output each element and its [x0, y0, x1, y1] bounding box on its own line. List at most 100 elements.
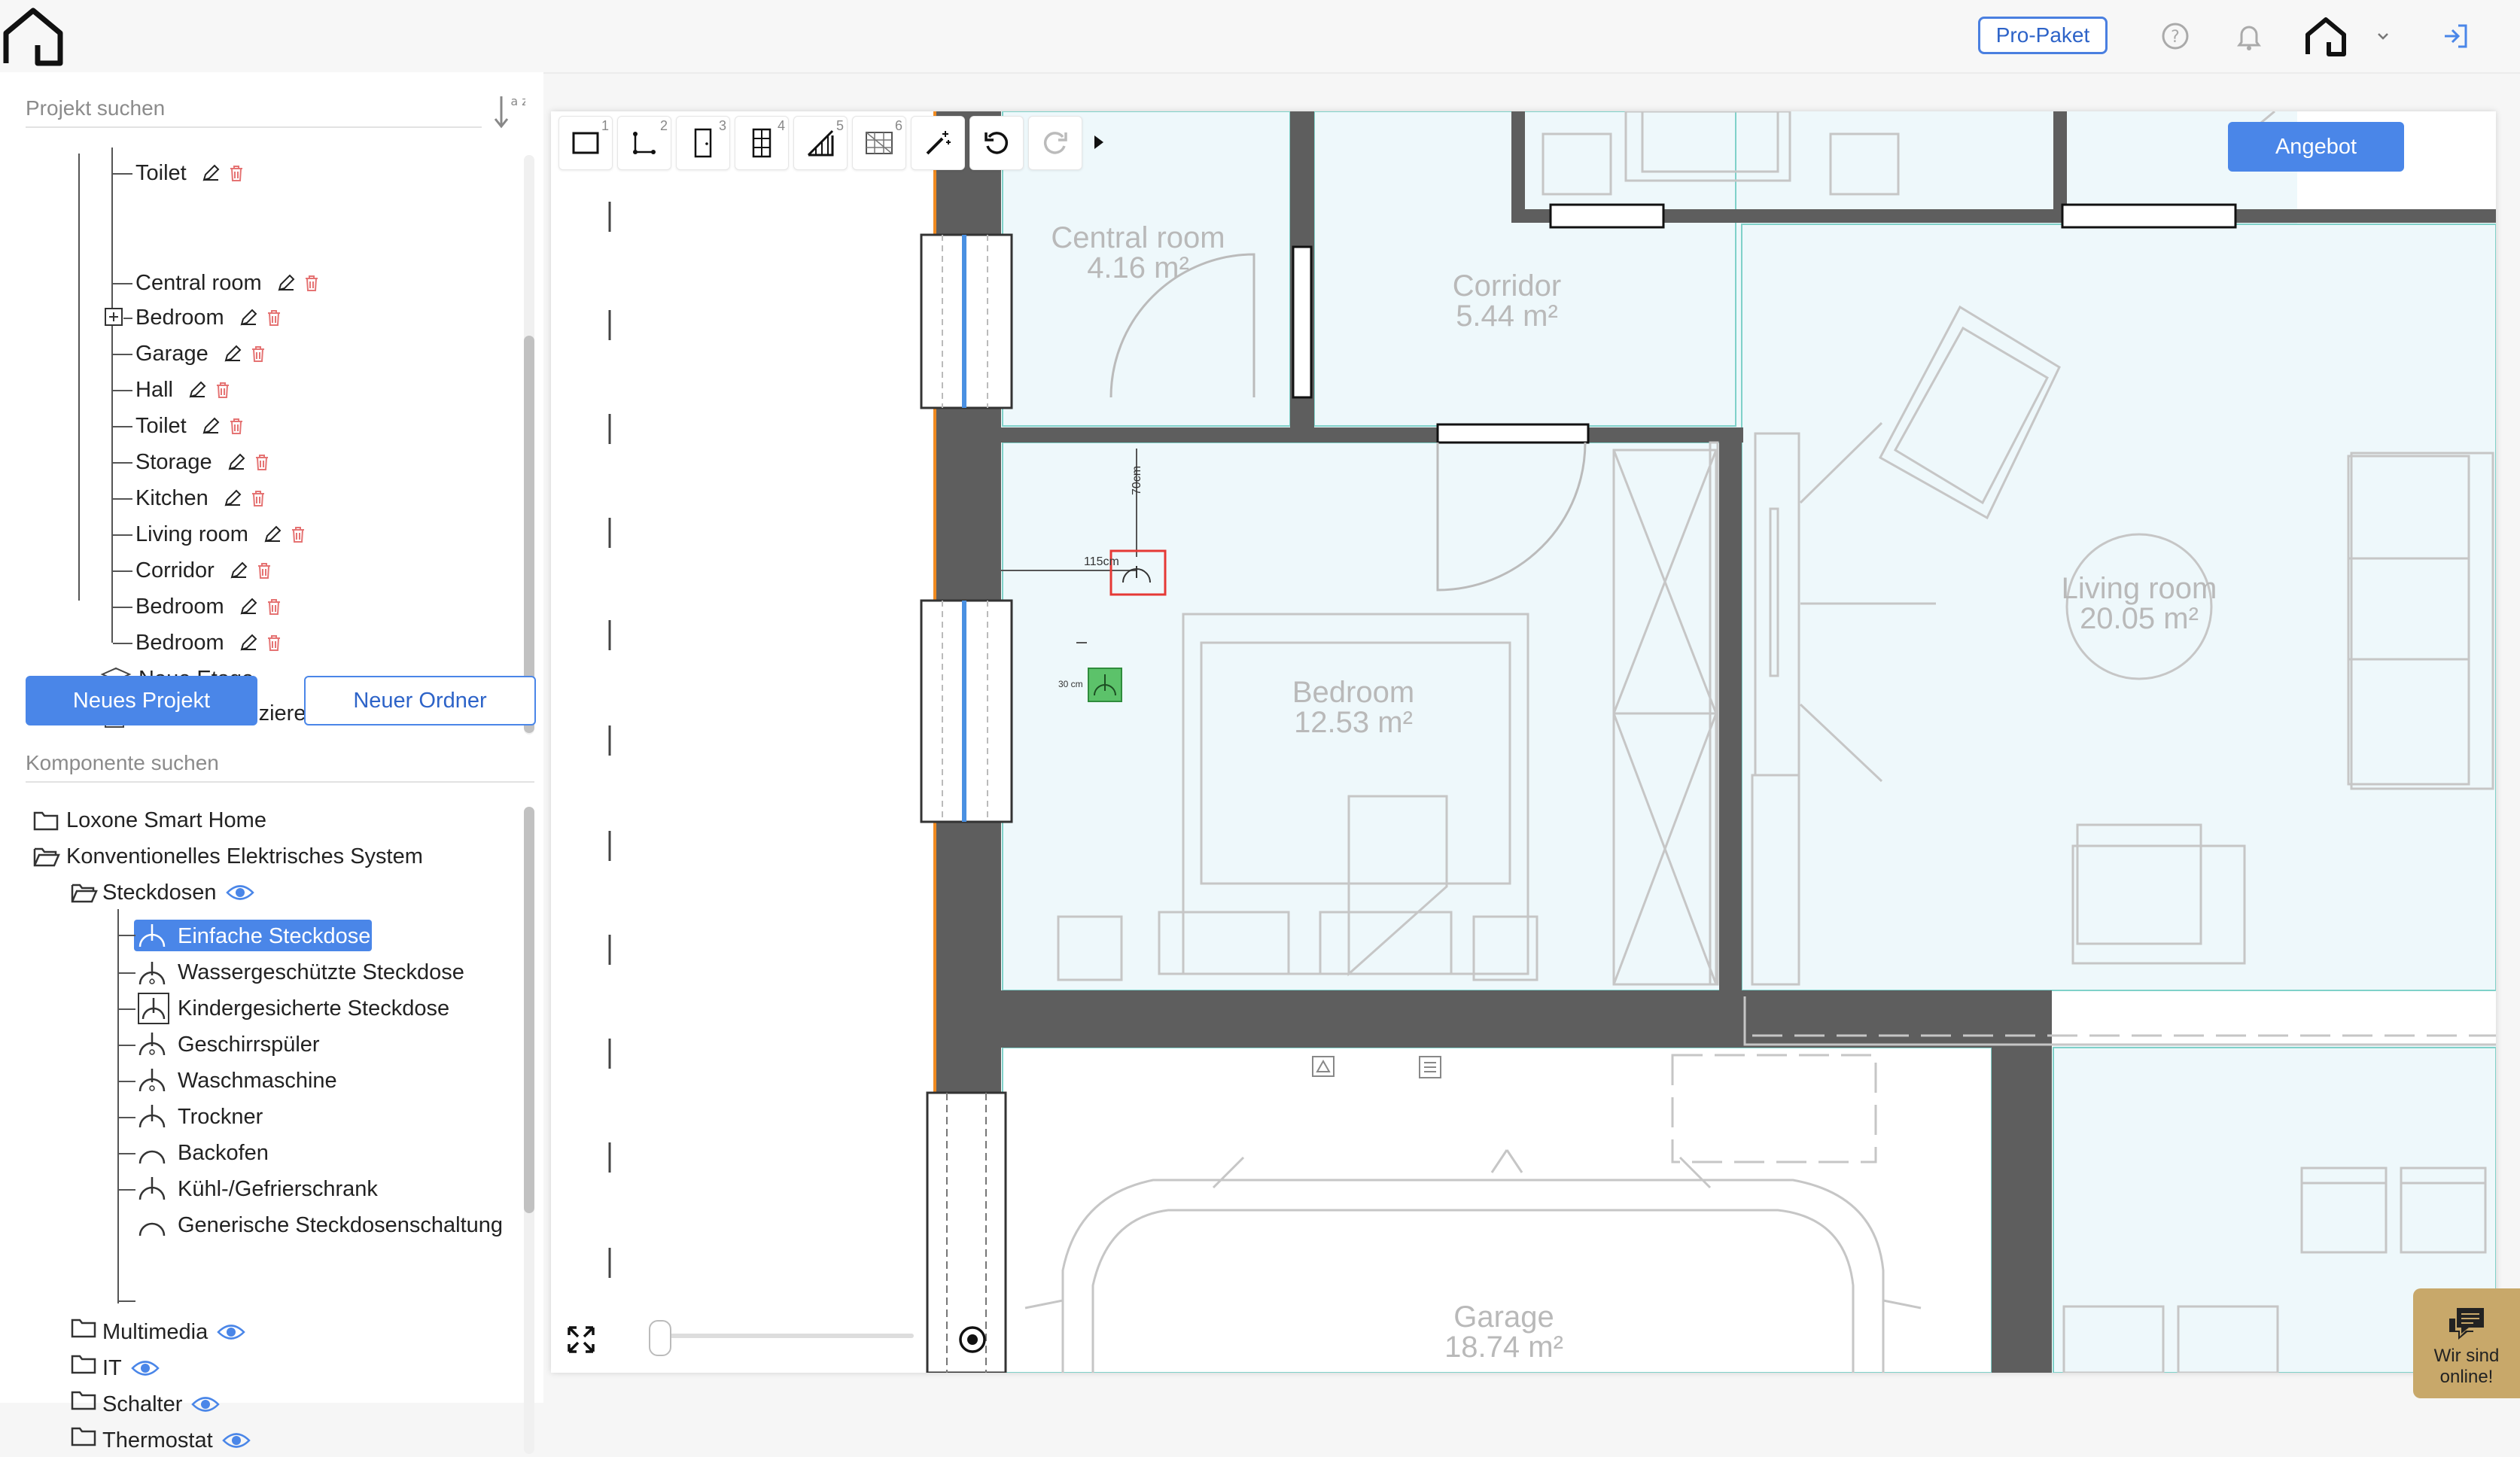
help-icon[interactable]: ?	[2159, 20, 2192, 53]
project-scrollbar-thumb[interactable]	[524, 336, 534, 733]
floorplan-canvas[interactable]: 115cm 70cm 30 cm Central room 4.16 m² Co…	[551, 111, 2496, 1373]
edit-pencil-icon[interactable]	[226, 452, 247, 473]
center-target-icon[interactable]	[957, 1325, 988, 1355]
room-label: Toilet	[135, 413, 187, 438]
folder-multimedia[interactable]: Multimedia	[102, 1316, 245, 1349]
chat-widget[interactable]: Wir sind online!	[2413, 1288, 2520, 1398]
redo-button[interactable]	[1028, 116, 1082, 170]
folder-switches[interactable]: Schalter	[102, 1388, 221, 1421]
socket-item-simple[interactable]: Einfache Steckdose	[178, 920, 370, 953]
edit-pencil-icon[interactable]	[275, 272, 297, 294]
home-logo-icon[interactable]	[0, 3, 66, 69]
tool-stairs[interactable]: 5	[793, 116, 848, 170]
room-item-living-room[interactable]: Living room	[135, 518, 309, 551]
tool-window[interactable]: 4	[735, 116, 789, 170]
delete-trash-icon[interactable]	[226, 163, 247, 184]
edit-pencil-icon[interactable]	[200, 163, 221, 184]
socket-item-oven[interactable]: Backofen	[178, 1136, 269, 1170]
svg-text:?: ?	[2171, 28, 2180, 47]
edit-pencil-icon[interactable]	[228, 560, 249, 581]
delete-trash-icon[interactable]	[251, 452, 272, 473]
edit-pencil-icon[interactable]	[262, 524, 283, 545]
edit-pencil-icon[interactable]	[222, 343, 243, 364]
chevron-down-icon[interactable]	[2375, 29, 2391, 44]
delete-trash-icon[interactable]	[263, 596, 285, 617]
delete-trash-icon[interactable]	[301, 272, 322, 294]
zoom-slider-track[interactable]	[652, 1334, 914, 1338]
zoom-slider-handle[interactable]	[649, 1320, 671, 1356]
folder-it[interactable]: IT	[102, 1352, 160, 1385]
delete-trash-icon[interactable]	[288, 524, 309, 545]
room-item-toilet[interactable]: Toilet	[135, 409, 247, 443]
tree-line	[117, 909, 119, 1303]
delete-trash-icon[interactable]	[263, 632, 285, 653]
folder-conventional[interactable]: Konventionelles Elektrisches System	[66, 840, 423, 873]
tree-line	[113, 354, 132, 355]
fullscreen-icon[interactable]	[566, 1325, 596, 1355]
delete-trash-icon[interactable]	[248, 488, 269, 509]
sort-az-icon[interactable]: a z	[492, 92, 525, 134]
room-item-garage[interactable]: Garage	[135, 337, 269, 370]
delete-trash-icon[interactable]	[254, 560, 275, 581]
room-item-hall[interactable]: Hall	[135, 373, 233, 406]
socket-item-waterproof[interactable]: Wassergeschützte Steckdose	[178, 956, 464, 989]
room-item-storage[interactable]: Storage	[135, 446, 272, 479]
edit-pencil-icon[interactable]	[238, 632, 259, 653]
delete-trash-icon[interactable]	[226, 415, 247, 436]
room-item-bedroom[interactable]: Bedroom	[135, 590, 285, 623]
eye-icon[interactable]	[221, 1431, 251, 1450]
folder-loxone[interactable]: Loxone Smart Home	[66, 804, 266, 837]
tool-draw-wall[interactable]: 2	[617, 116, 671, 170]
room-item-bedroom[interactable]: Bedroom	[135, 626, 285, 659]
edit-pencil-icon[interactable]	[238, 596, 259, 617]
pro-package-button[interactable]: Pro-Paket	[1978, 17, 2108, 54]
room-item-corridor[interactable]: Corridor	[135, 554, 275, 587]
delete-trash-icon[interactable]	[212, 379, 233, 400]
edit-pencil-icon[interactable]	[222, 488, 243, 509]
room-item-bedroom[interactable]: Bedroom	[135, 301, 285, 334]
expand-plus-icon[interactable]	[104, 307, 123, 327]
socket-item-dryer[interactable]: Trockner	[178, 1100, 263, 1133]
logout-icon[interactable]	[2439, 20, 2472, 53]
new-project-button[interactable]: Neues Projekt	[26, 676, 257, 725]
tool-number: 1	[601, 118, 609, 133]
room-item-kitchen[interactable]: Kitchen	[135, 482, 269, 515]
eye-icon[interactable]	[217, 1322, 245, 1342]
socket-item-fridge[interactable]: Kühl-/Gefrierschrank	[178, 1173, 378, 1206]
tool-door[interactable]: 3	[676, 116, 730, 170]
socket-item-child-safe[interactable]: Kindergesicherte Steckdose	[178, 992, 449, 1025]
component-search-input[interactable]: Komponente suchen	[26, 745, 534, 783]
tool-draw-room[interactable]: 1	[558, 116, 613, 170]
eye-icon[interactable]	[131, 1358, 160, 1378]
eye-icon[interactable]	[191, 1395, 221, 1414]
tree-line	[119, 972, 135, 974]
undo-button[interactable]	[969, 116, 1024, 170]
chat-line-1: Wir sind	[2433, 1346, 2500, 1366]
room-item-toilet[interactable]: Toilet	[135, 157, 247, 190]
room-item-central-room[interactable]: Central room	[135, 266, 322, 300]
toolbar-more-button[interactable]	[1087, 116, 1109, 169]
component-scrollbar-thumb[interactable]	[524, 807, 534, 1213]
delete-trash-icon[interactable]	[263, 307, 285, 328]
socket-item-dishwasher[interactable]: Geschirrspüler	[178, 1028, 320, 1061]
offer-button[interactable]: Angebot	[2228, 122, 2404, 172]
door-icon	[694, 128, 712, 158]
socket-item-washing-machine[interactable]: Waschmaschine	[178, 1064, 337, 1097]
edit-pencil-icon[interactable]	[238, 307, 259, 328]
edit-pencil-icon[interactable]	[187, 379, 208, 400]
project-home-icon[interactable]	[2303, 14, 2348, 59]
magic-wand-icon	[926, 131, 951, 155]
eye-icon[interactable]	[225, 883, 254, 902]
project-search-input[interactable]: Projekt suchen	[26, 90, 482, 128]
window-left-1	[920, 233, 1013, 409]
tool-furniture[interactable]: 6	[852, 116, 906, 170]
edit-pencil-icon[interactable]	[200, 415, 221, 436]
folder-thermostat[interactable]: Thermostat	[102, 1424, 251, 1457]
bell-icon[interactable]	[2232, 20, 2266, 53]
tool-magic-wand[interactable]	[911, 116, 965, 170]
folder-sockets[interactable]: Steckdosen	[102, 876, 254, 909]
delete-trash-icon[interactable]	[248, 343, 269, 364]
socket-item-generic[interactable]: Generische Steckdosenschaltung	[178, 1209, 503, 1242]
new-folder-button[interactable]: Neuer Ordner	[304, 676, 536, 725]
tree-line	[78, 573, 80, 601]
